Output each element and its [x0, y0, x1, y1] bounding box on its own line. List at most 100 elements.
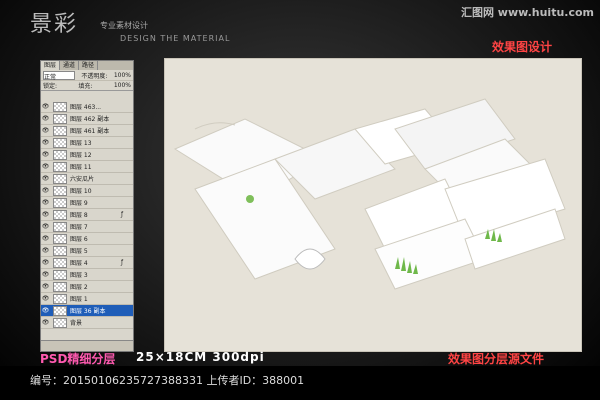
layer-name: 图层 1	[70, 296, 88, 303]
layers-panel: 图层 通道 路径 正常 不透明度: 100% 锁定: 填充: 100% 👁 图层 …	[40, 60, 134, 352]
layer-row[interactable]: 👁 图层 13	[41, 137, 133, 149]
layer-row[interactable]: 👁 图层 10	[41, 185, 133, 197]
layer-thumbnail	[53, 173, 67, 184]
layer-name: 图层 3	[70, 272, 88, 279]
layer-thumbnail	[53, 209, 67, 220]
layer-name: 图层 13	[70, 140, 92, 147]
layer-name: 背景	[70, 320, 83, 327]
size-label: 25×18CM 300dpi	[136, 350, 265, 364]
layer-thumbnail	[53, 137, 67, 148]
eye-icon[interactable]: 👁	[41, 127, 50, 134]
layer-row[interactable]: 👁 图层 4 ƒ	[41, 257, 133, 269]
layer-name: 图层 10	[70, 188, 92, 195]
layer-name: 图层 6	[70, 236, 88, 243]
eye-icon[interactable]: 👁	[41, 115, 50, 122]
tab-layers[interactable]: 图层	[41, 61, 61, 70]
layer-name: 图层 463...	[70, 104, 102, 111]
fill-value[interactable]: 100%	[114, 82, 131, 89]
blend-mode-select[interactable]: 正常	[43, 70, 75, 81]
layer-thumbnail	[53, 197, 67, 208]
layer-thumbnail	[53, 125, 67, 136]
eye-icon[interactable]: 👁	[41, 187, 50, 194]
layer-name: 图层 8	[70, 212, 88, 219]
layer-row[interactable]: 👁 图层 462 副本	[41, 113, 133, 125]
layer-thumbnail	[53, 185, 67, 196]
layer-thumbnail	[53, 317, 67, 328]
layer-thumbnail	[53, 221, 67, 232]
eye-icon[interactable]: 👁	[41, 175, 50, 182]
layer-row[interactable]: 👁 图层 12	[41, 149, 133, 161]
layer-thumbnail	[53, 161, 67, 172]
layer-name: 图层 4	[70, 260, 88, 267]
fx-icon: ƒ	[121, 259, 124, 266]
layer-thumbnail	[53, 281, 67, 292]
layer-name: 图层 2	[70, 284, 88, 291]
layer-thumbnail	[53, 293, 67, 304]
eye-icon[interactable]: 👁	[41, 271, 50, 278]
blend-row: 正常 不透明度: 100%	[41, 70, 133, 81]
layer-thumbnail	[53, 305, 67, 316]
layer-row[interactable]: 👁 图层 9	[41, 197, 133, 209]
eye-icon[interactable]: 👁	[41, 295, 50, 302]
eye-icon[interactable]: 👁	[41, 139, 50, 146]
layer-name: 图层 36 副本	[70, 308, 106, 315]
layer-name: 图层 462 副本	[70, 116, 110, 123]
eye-icon[interactable]: 👁	[41, 247, 50, 254]
layer-name: 图层 461 副本	[70, 128, 110, 135]
tab-paths[interactable]: 路径	[79, 61, 99, 70]
eye-icon[interactable]: 👁	[41, 163, 50, 170]
fill-label: 填充:	[78, 83, 93, 90]
layer-name: 图层 11	[70, 164, 92, 171]
layer-name: 六安瓜片	[70, 176, 95, 183]
layer-name: 图层 7	[70, 224, 88, 231]
lock-label: 锁定:	[43, 83, 58, 90]
layer-row[interactable]: 👁 图层 8 ƒ	[41, 209, 133, 221]
layer-row[interactable]: 👁 图层 461 副本	[41, 125, 133, 137]
psd-label: PSD精细分层	[40, 352, 116, 366]
eye-icon[interactable]: 👁	[41, 223, 50, 230]
lock-row: 锁定: 填充: 100%	[41, 81, 133, 91]
opacity-label: 不透明度:	[81, 72, 108, 80]
layer-row[interactable]: 👁 图层 463...	[41, 101, 133, 113]
page-title: 效果图设计	[492, 40, 553, 54]
brand-subtitle: 专业素材设计	[100, 21, 148, 30]
eye-icon[interactable]: 👁	[41, 319, 50, 326]
layer-row[interactable]: 👁 图层 11	[41, 161, 133, 173]
brand-subtitle-en: DESIGN THE MATERIAL	[120, 34, 231, 43]
brand-logo: 景彩	[30, 12, 79, 37]
eye-icon[interactable]: 👁	[41, 307, 50, 314]
layer-name: 图层 5	[70, 248, 88, 255]
eye-icon[interactable]: 👁	[41, 259, 50, 266]
layer-row[interactable]: 👁 图层 7	[41, 221, 133, 233]
layer-thumbnail	[53, 101, 67, 112]
layer-row[interactable]: 👁 图层 2	[41, 281, 133, 293]
layer-thumbnail	[53, 233, 67, 244]
layer-row[interactable]: 👁 图层 6	[41, 233, 133, 245]
eye-icon[interactable]: 👁	[41, 103, 50, 110]
layer-row[interactable]: 👁 图层 36 副本	[41, 305, 133, 317]
eye-icon[interactable]: 👁	[41, 211, 50, 218]
layer-row[interactable]: 👁 图层 3	[41, 269, 133, 281]
layer-row[interactable]: 👁 图层 1	[41, 293, 133, 305]
panel-tabs: 图层 通道 路径	[41, 61, 133, 70]
site-watermark: 汇图网 www.huitu.com	[460, 6, 594, 19]
tab-channels[interactable]: 通道	[60, 61, 80, 70]
layer-row[interactable]: 👁 图层 5	[41, 245, 133, 257]
layer-thumbnail	[53, 149, 67, 160]
eye-icon[interactable]: 👁	[41, 151, 50, 158]
footer-text: 编号：20150106235727388331 上传者ID：388001	[30, 374, 305, 387]
envelope-mockup-image	[173, 98, 566, 290]
layer-name: 图层 9	[70, 200, 88, 207]
mockup-preview	[164, 58, 582, 352]
eye-icon[interactable]: 👁	[41, 283, 50, 290]
layer-row[interactable]: 👁 六安瓜片	[41, 173, 133, 185]
eye-icon[interactable]: 👁	[41, 235, 50, 242]
layer-list: 👁 图层 463... 👁 图层 462 副本 👁 图层 461 副本 👁 图层 13 👁 图层 …	[41, 101, 133, 329]
fx-icon: ƒ	[121, 211, 124, 218]
layer-thumbnail	[53, 257, 67, 268]
layer-row[interactable]: 👁 背景	[41, 317, 133, 329]
layer-thumbnail	[53, 113, 67, 124]
eye-icon[interactable]: 👁	[41, 199, 50, 206]
layered-label: 效果图分层源文件	[448, 352, 545, 366]
opacity-value[interactable]: 100%	[114, 72, 131, 79]
